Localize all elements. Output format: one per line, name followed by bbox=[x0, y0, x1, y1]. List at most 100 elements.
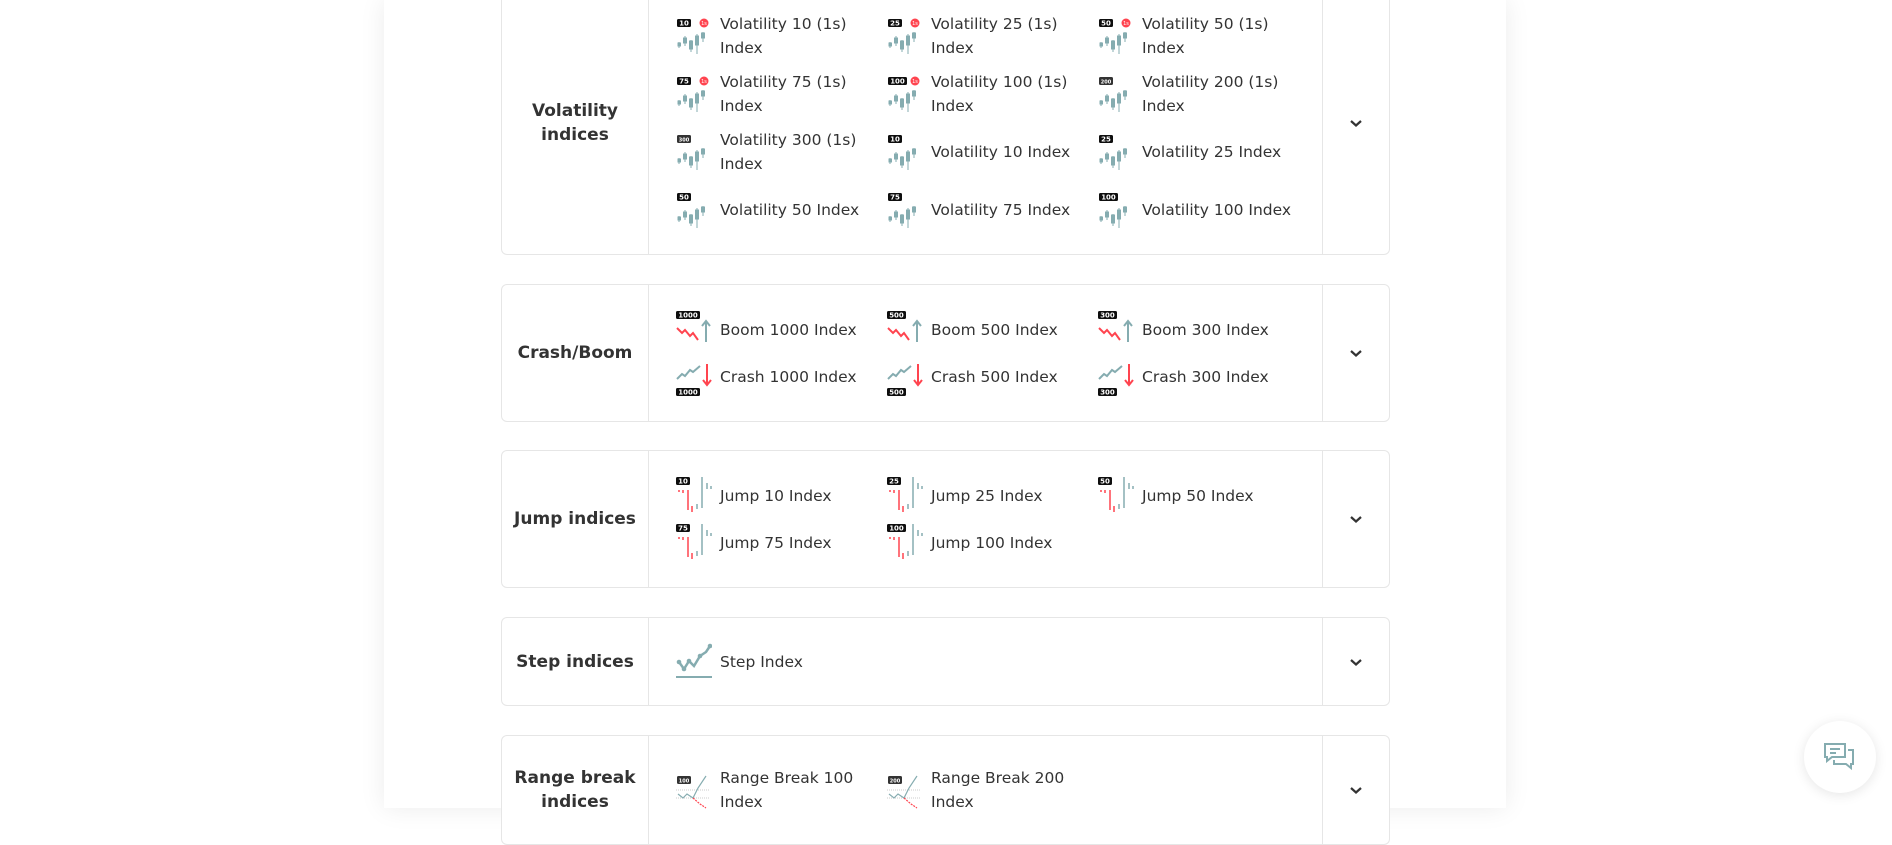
svg-text:1s: 1s bbox=[1123, 21, 1129, 27]
expand-button[interactable] bbox=[1322, 451, 1389, 587]
svg-text:100: 100 bbox=[679, 779, 690, 785]
category-card-volatility: Volatility indices 10 1s Volatility 10 (1s)… bbox=[501, 0, 1390, 255]
crashboom-index-icon: 1000 bbox=[676, 363, 712, 396]
market-item[interactable]: 50 Jump 50 Index bbox=[1098, 472, 1309, 519]
market-item[interactable]: 500 Crash 500 Index bbox=[887, 353, 1098, 400]
market-item[interactable]: 100 Range Break 100 Index bbox=[676, 761, 887, 819]
svg-text:100: 100 bbox=[890, 77, 905, 85]
market-item-label: Volatility 10 Index bbox=[931, 142, 1071, 161]
svg-text:75: 75 bbox=[679, 77, 689, 85]
jump-index-icon: 10 bbox=[676, 476, 712, 512]
expand-button[interactable] bbox=[1322, 736, 1389, 844]
chevron-down-icon bbox=[1350, 350, 1362, 357]
market-item-label: Boom 500 Index bbox=[931, 320, 1058, 339]
expand-button[interactable] bbox=[1322, 618, 1389, 705]
category-label: Crash/Boom bbox=[502, 285, 649, 421]
market-item[interactable]: 10 Volatility 10 Index bbox=[887, 123, 1098, 181]
market-item[interactable]: 50 Volatility 50 Index bbox=[676, 181, 887, 239]
svg-text:100: 100 bbox=[889, 524, 904, 532]
svg-text:1s: 1s bbox=[912, 21, 918, 27]
market-item[interactable]: 100 Jump 100 Index bbox=[887, 519, 1098, 566]
market-item-label: Boom 1000 Index bbox=[720, 320, 857, 339]
svg-text:10: 10 bbox=[678, 477, 688, 485]
market-item[interactable]: 100 1s Volatility 100 (1s) Index bbox=[887, 65, 1098, 123]
step-index-icon bbox=[676, 643, 712, 678]
svg-text:1s: 1s bbox=[912, 79, 918, 85]
market-item-label: Range Break 100 Index bbox=[720, 769, 854, 811]
category-card-step: Step indices Step Index bbox=[501, 617, 1390, 706]
market-item[interactable]: 200 Volatility 200 (1s) Index bbox=[1098, 65, 1309, 123]
crashboom-index-icon: 1000 bbox=[676, 310, 711, 342]
market-item[interactable]: 50 1s Volatility 50 (1s) Index bbox=[1098, 7, 1309, 65]
svg-text:1000: 1000 bbox=[678, 388, 698, 396]
market-item[interactable]: 10 1s Volatility 10 (1s) Index bbox=[676, 7, 887, 65]
chevron-down-icon bbox=[1350, 119, 1362, 127]
market-item-label: Jump 10 Index bbox=[720, 486, 832, 505]
market-item-label: Jump 50 Index bbox=[1142, 486, 1254, 505]
market-item-label: Volatility 75 (1s) Index bbox=[720, 72, 847, 115]
market-list: Step Index bbox=[649, 618, 1322, 705]
market-item[interactable]: 100 Volatility 100 Index bbox=[1098, 181, 1309, 239]
market-item[interactable]: Step Index bbox=[676, 638, 887, 685]
svg-text:10: 10 bbox=[890, 135, 900, 143]
svg-text:300: 300 bbox=[1100, 311, 1115, 319]
svg-text:75: 75 bbox=[890, 193, 900, 201]
market-item[interactable]: 10 Jump 10 Index bbox=[676, 472, 887, 519]
svg-text:50: 50 bbox=[679, 193, 689, 201]
category-label: Range break indices bbox=[502, 736, 649, 844]
jump-index-icon: 75 bbox=[676, 523, 712, 559]
market-item[interactable]: 25 1s Volatility 25 (1s) Index bbox=[887, 7, 1098, 65]
market-item-label: Crash 300 Index bbox=[1142, 367, 1269, 386]
volatility-index-icon: 10 bbox=[888, 134, 916, 170]
svg-text:500: 500 bbox=[889, 311, 904, 319]
market-item-label: Crash 1000 Index bbox=[720, 367, 857, 386]
market-item[interactable]: 300 Boom 300 Index bbox=[1098, 306, 1309, 353]
svg-text:1s: 1s bbox=[701, 79, 707, 85]
volatility-index-icon: 10 1s bbox=[677, 18, 709, 54]
svg-text:200: 200 bbox=[1101, 79, 1112, 85]
market-item[interactable]: 75 Volatility 75 Index bbox=[887, 181, 1098, 239]
market-item-label: Jump 100 Index bbox=[931, 533, 1053, 552]
volatility-index-icon: 100 bbox=[1099, 192, 1127, 228]
market-item-label: Volatility 10 (1s) Index bbox=[720, 14, 847, 57]
volatility-index-icon: 100 1s bbox=[888, 76, 920, 112]
crashboom-index-icon: 300 bbox=[1098, 310, 1133, 342]
market-list: 10 1s Volatility 10 (1s) Index 25 1s Volatili… bbox=[649, 0, 1322, 254]
chevron-down-icon bbox=[1350, 787, 1362, 794]
market-item[interactable]: 25 Volatility 25 Index bbox=[1098, 123, 1309, 181]
market-item[interactable]: 1000 Boom 1000 Index bbox=[676, 306, 887, 353]
market-item[interactable]: 200 Range Break 200 Index bbox=[887, 761, 1098, 819]
svg-text:25: 25 bbox=[890, 19, 900, 27]
range-index-icon: 100 bbox=[676, 775, 710, 809]
crashboom-index-icon: 300 bbox=[1098, 363, 1134, 396]
market-item-label: Crash 500 Index bbox=[931, 367, 1058, 386]
expand-button[interactable] bbox=[1322, 0, 1389, 254]
market-item-label: Range Break 200 Index bbox=[931, 769, 1065, 811]
volatility-index-icon: 300 bbox=[677, 134, 705, 170]
market-item-label: Volatility 25 Index bbox=[1142, 142, 1282, 161]
crashboom-index-icon: 500 bbox=[887, 310, 922, 342]
market-item-label: Jump 25 Index bbox=[931, 486, 1043, 505]
market-item[interactable]: 25 Jump 25 Index bbox=[887, 472, 1098, 519]
market-item[interactable]: 300 Volatility 300 (1s) Index bbox=[676, 123, 887, 181]
market-list: 1000 Boom 1000 Index 500 Boom 500 Index 300 B… bbox=[649, 285, 1322, 421]
jump-index-icon: 100 bbox=[887, 523, 923, 559]
market-item[interactable]: 75 Jump 75 Index bbox=[676, 519, 887, 566]
market-list: 100 Range Break 100 Index 200 Range Break 2… bbox=[649, 736, 1322, 844]
svg-text:300: 300 bbox=[1100, 388, 1115, 396]
volatility-index-icon: 200 bbox=[1099, 76, 1127, 112]
market-item[interactable]: 75 1s Volatility 75 (1s) Index bbox=[676, 65, 887, 123]
svg-text:300: 300 bbox=[679, 137, 690, 143]
jump-index-icon: 50 bbox=[1098, 476, 1134, 512]
chevron-down-icon bbox=[1350, 658, 1362, 666]
market-item[interactable]: 1000 Crash 1000 Index bbox=[676, 353, 887, 400]
volatility-index-icon: 25 bbox=[1099, 134, 1127, 170]
market-item[interactable]: 300 Crash 300 Index bbox=[1098, 353, 1309, 400]
live-chat-button[interactable] bbox=[1804, 721, 1876, 793]
expand-button[interactable] bbox=[1322, 285, 1389, 421]
chevron-down-icon bbox=[1350, 516, 1362, 523]
market-list: 10 Jump 10 Index 25 Jump 25 Index 50 Jump 50 … bbox=[649, 451, 1322, 587]
svg-text:50: 50 bbox=[1100, 477, 1110, 485]
category-card-range: Range break indices 100 Range Break 100 In… bbox=[501, 735, 1390, 845]
market-item[interactable]: 500 Boom 500 Index bbox=[887, 306, 1098, 353]
